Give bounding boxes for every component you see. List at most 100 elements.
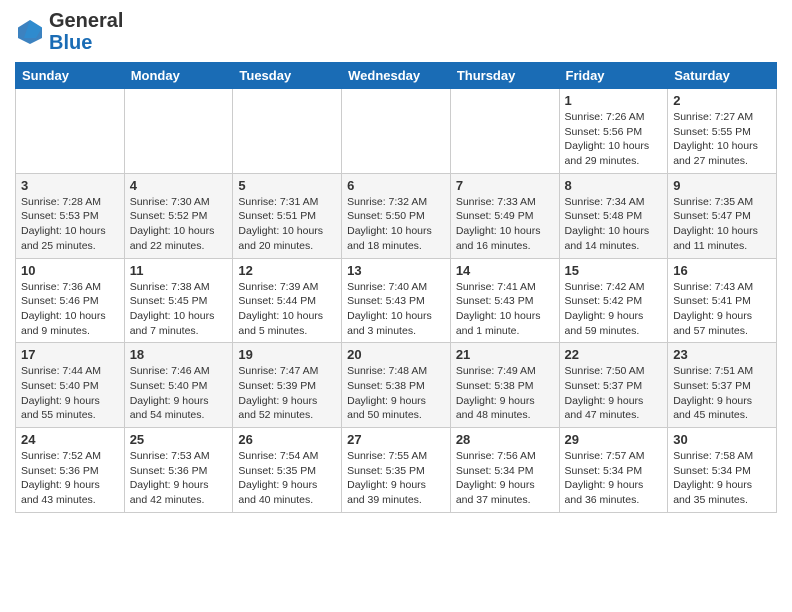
day-cell-23: 23 Sunrise: 7:51 AM Sunset: 5:37 PM Dayli…	[668, 343, 777, 428]
day-info: Sunrise: 7:47 AM Sunset: 5:39 PM Dayligh…	[238, 364, 336, 423]
header: General Blue	[15, 10, 777, 54]
day-cell-3: 3 Sunrise: 7:28 AM Sunset: 5:53 PM Daylig…	[16, 173, 125, 258]
day-info: Sunrise: 7:36 AM Sunset: 5:46 PM Dayligh…	[21, 280, 119, 339]
day-info: Sunrise: 7:28 AM Sunset: 5:53 PM Dayligh…	[21, 195, 119, 254]
day-info: Sunrise: 7:51 AM Sunset: 5:37 PM Dayligh…	[673, 364, 771, 423]
day-info: Sunrise: 7:41 AM Sunset: 5:43 PM Dayligh…	[456, 280, 554, 339]
day-number: 11	[130, 263, 228, 278]
day-number: 13	[347, 263, 445, 278]
logo-text: General Blue	[49, 10, 123, 54]
day-number: 17	[21, 347, 119, 362]
day-info: Sunrise: 7:31 AM Sunset: 5:51 PM Dayligh…	[238, 195, 336, 254]
day-info: Sunrise: 7:42 AM Sunset: 5:42 PM Dayligh…	[565, 280, 663, 339]
day-number: 26	[238, 432, 336, 447]
page: General Blue SundayMondayTuesdayWednesda…	[0, 0, 792, 523]
empty-cell	[16, 89, 125, 174]
day-number: 29	[565, 432, 663, 447]
day-cell-2: 2Sunrise: 7:27 AM Sunset: 5:55 PM Daylig…	[668, 89, 777, 174]
day-info: Sunrise: 7:56 AM Sunset: 5:34 PM Dayligh…	[456, 449, 554, 508]
weekday-header-thursday: Thursday	[450, 63, 559, 89]
day-number: 6	[347, 178, 445, 193]
day-number: 22	[565, 347, 663, 362]
day-cell-22: 22 Sunrise: 7:50 AM Sunset: 5:37 PM Dayli…	[559, 343, 668, 428]
day-number: 9	[673, 178, 771, 193]
day-cell-11: 11 Sunrise: 7:38 AM Sunset: 5:45 PM Dayli…	[124, 258, 233, 343]
day-number: 30	[673, 432, 771, 447]
day-number: 12	[238, 263, 336, 278]
day-cell-5: 5 Sunrise: 7:31 AM Sunset: 5:51 PM Daylig…	[233, 173, 342, 258]
day-number: 3	[21, 178, 119, 193]
weekday-header-friday: Friday	[559, 63, 668, 89]
day-number: 2	[673, 93, 771, 108]
weekday-header-tuesday: Tuesday	[233, 63, 342, 89]
day-number: 5	[238, 178, 336, 193]
day-info: Sunrise: 7:30 AM Sunset: 5:52 PM Dayligh…	[130, 195, 228, 254]
day-info: Sunrise: 7:46 AM Sunset: 5:40 PM Dayligh…	[130, 364, 228, 423]
day-number: 20	[347, 347, 445, 362]
day-info: Sunrise: 7:35 AM Sunset: 5:47 PM Dayligh…	[673, 195, 771, 254]
day-cell-24: 24Sunrise: 7:52 AM Sunset: 5:36 PM Dayli…	[16, 428, 125, 513]
day-number: 14	[456, 263, 554, 278]
day-info: Sunrise: 7:48 AM Sunset: 5:38 PM Dayligh…	[347, 364, 445, 423]
day-number: 18	[130, 347, 228, 362]
week-row-2: 3 Sunrise: 7:28 AM Sunset: 5:53 PM Daylig…	[16, 173, 777, 258]
week-row-4: 17 Sunrise: 7:44 AM Sunset: 5:40 PM Dayli…	[16, 343, 777, 428]
day-cell-19: 19Sunrise: 7:47 AM Sunset: 5:39 PM Dayli…	[233, 343, 342, 428]
day-cell-6: 6Sunrise: 7:32 AM Sunset: 5:50 PM Daylig…	[342, 173, 451, 258]
weekday-header-wednesday: Wednesday	[342, 63, 451, 89]
day-info: Sunrise: 7:58 AM Sunset: 5:34 PM Dayligh…	[673, 449, 771, 508]
day-info: Sunrise: 7:40 AM Sunset: 5:43 PM Dayligh…	[347, 280, 445, 339]
day-number: 15	[565, 263, 663, 278]
day-info: Sunrise: 7:55 AM Sunset: 5:35 PM Dayligh…	[347, 449, 445, 508]
day-info: Sunrise: 7:43 AM Sunset: 5:41 PM Dayligh…	[673, 280, 771, 339]
day-info: Sunrise: 7:57 AM Sunset: 5:34 PM Dayligh…	[565, 449, 663, 508]
day-info: Sunrise: 7:39 AM Sunset: 5:44 PM Dayligh…	[238, 280, 336, 339]
day-cell-4: 4 Sunrise: 7:30 AM Sunset: 5:52 PM Daylig…	[124, 173, 233, 258]
day-info: Sunrise: 7:44 AM Sunset: 5:40 PM Dayligh…	[21, 364, 119, 423]
day-cell-12: 12 Sunrise: 7:39 AM Sunset: 5:44 PM Dayli…	[233, 258, 342, 343]
day-info: Sunrise: 7:53 AM Sunset: 5:36 PM Dayligh…	[130, 449, 228, 508]
day-info: Sunrise: 7:34 AM Sunset: 5:48 PM Dayligh…	[565, 195, 663, 254]
day-cell-16: 16Sunrise: 7:43 AM Sunset: 5:41 PM Dayli…	[668, 258, 777, 343]
day-number: 24	[21, 432, 119, 447]
day-cell-28: 28 Sunrise: 7:56 AM Sunset: 5:34 PM Dayli…	[450, 428, 559, 513]
logo-icon	[15, 17, 45, 47]
day-info: Sunrise: 7:33 AM Sunset: 5:49 PM Dayligh…	[456, 195, 554, 254]
empty-cell	[450, 89, 559, 174]
day-number: 4	[130, 178, 228, 193]
week-row-3: 10Sunrise: 7:36 AM Sunset: 5:46 PM Dayli…	[16, 258, 777, 343]
logo: General Blue	[15, 10, 123, 54]
day-cell-29: 29 Sunrise: 7:57 AM Sunset: 5:34 PM Dayli…	[559, 428, 668, 513]
day-cell-7: 7 Sunrise: 7:33 AM Sunset: 5:49 PM Daylig…	[450, 173, 559, 258]
day-cell-15: 15 Sunrise: 7:42 AM Sunset: 5:42 PM Dayli…	[559, 258, 668, 343]
day-cell-30: 30 Sunrise: 7:58 AM Sunset: 5:34 PM Dayli…	[668, 428, 777, 513]
day-cell-20: 20 Sunrise: 7:48 AM Sunset: 5:38 PM Dayli…	[342, 343, 451, 428]
day-cell-8: 8 Sunrise: 7:34 AM Sunset: 5:48 PM Daylig…	[559, 173, 668, 258]
day-cell-1: 1Sunrise: 7:26 AM Sunset: 5:56 PM Daylig…	[559, 89, 668, 174]
day-number: 27	[347, 432, 445, 447]
day-number: 7	[456, 178, 554, 193]
day-info: Sunrise: 7:54 AM Sunset: 5:35 PM Dayligh…	[238, 449, 336, 508]
day-cell-9: 9 Sunrise: 7:35 AM Sunset: 5:47 PM Daylig…	[668, 173, 777, 258]
day-number: 25	[130, 432, 228, 447]
day-number: 28	[456, 432, 554, 447]
day-cell-10: 10Sunrise: 7:36 AM Sunset: 5:46 PM Dayli…	[16, 258, 125, 343]
day-info: Sunrise: 7:38 AM Sunset: 5:45 PM Dayligh…	[130, 280, 228, 339]
day-cell-13: 13 Sunrise: 7:40 AM Sunset: 5:43 PM Dayli…	[342, 258, 451, 343]
empty-cell	[342, 89, 451, 174]
week-row-5: 24Sunrise: 7:52 AM Sunset: 5:36 PM Dayli…	[16, 428, 777, 513]
day-cell-27: 27 Sunrise: 7:55 AM Sunset: 5:35 PM Dayli…	[342, 428, 451, 513]
empty-cell	[233, 89, 342, 174]
day-cell-25: 25 Sunrise: 7:53 AM Sunset: 5:36 PM Dayli…	[124, 428, 233, 513]
day-number: 23	[673, 347, 771, 362]
empty-cell	[124, 89, 233, 174]
day-cell-26: 26 Sunrise: 7:54 AM Sunset: 5:35 PM Dayli…	[233, 428, 342, 513]
day-info: Sunrise: 7:50 AM Sunset: 5:37 PM Dayligh…	[565, 364, 663, 423]
day-cell-18: 18 Sunrise: 7:46 AM Sunset: 5:40 PM Dayli…	[124, 343, 233, 428]
day-info: Sunrise: 7:49 AM Sunset: 5:38 PM Dayligh…	[456, 364, 554, 423]
weekday-header-sunday: Sunday	[16, 63, 125, 89]
day-info: Sunrise: 7:26 AM Sunset: 5:56 PM Dayligh…	[565, 110, 663, 169]
day-number: 8	[565, 178, 663, 193]
day-cell-17: 17 Sunrise: 7:44 AM Sunset: 5:40 PM Dayli…	[16, 343, 125, 428]
weekday-header-monday: Monday	[124, 63, 233, 89]
